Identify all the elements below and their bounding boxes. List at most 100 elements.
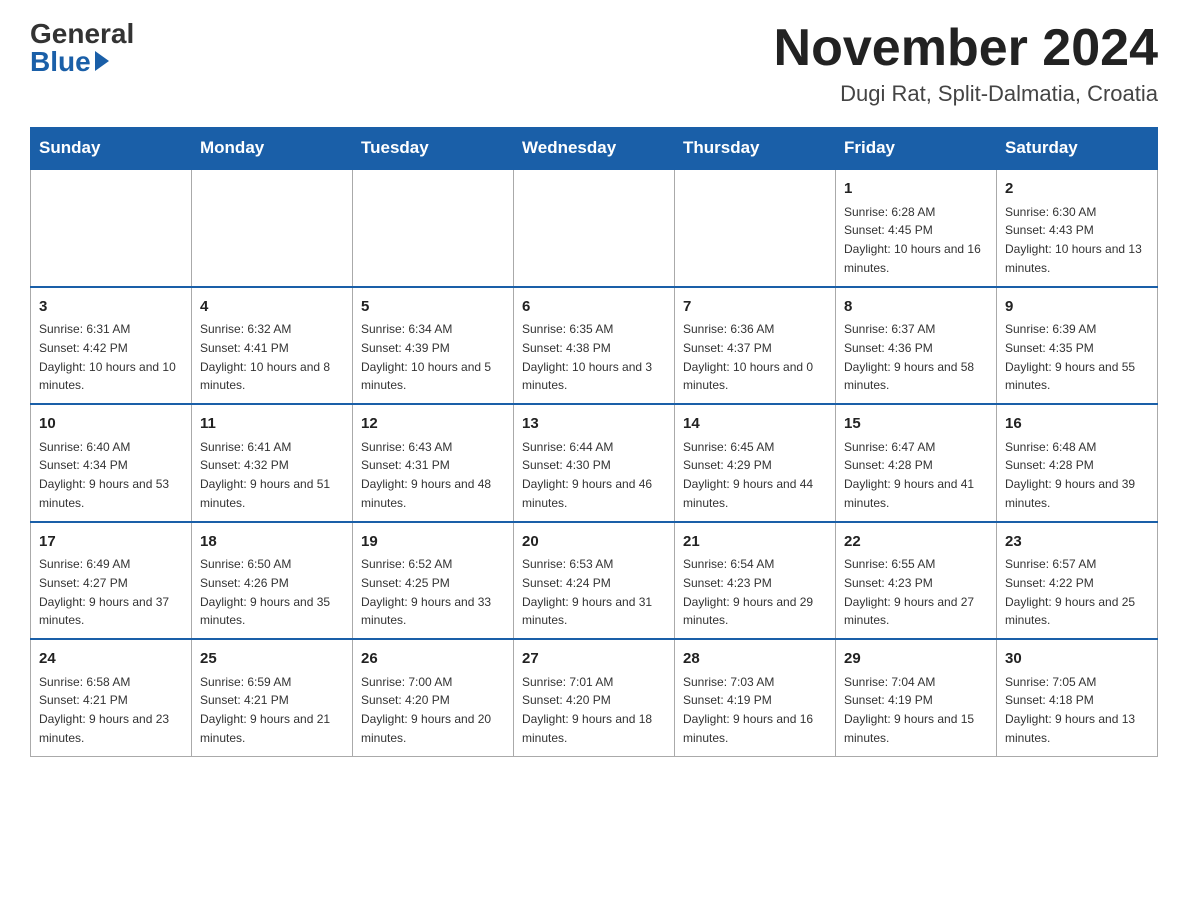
week-row-4: 24 Sunrise: 6:58 AMSunset: 4:21 PMDayligh… [31,639,1158,756]
day-cell: 28 Sunrise: 7:03 AMSunset: 4:19 PMDayligh… [675,639,836,756]
day-info: Sunrise: 6:40 AMSunset: 4:34 PMDaylight:… [39,440,169,510]
day-cell: 26Sunrise: 7:00 AMSunset: 4:20 PMDayligh… [353,639,514,756]
day-cell: 22 Sunrise: 6:55 AMSunset: 4:23 PMDayligh… [836,522,997,640]
day-cell: 19 Sunrise: 6:52 AMSunset: 4:25 PMDayligh… [353,522,514,640]
day-number: 3 [39,296,183,319]
day-cell [353,169,514,287]
day-info: Sunrise: 6:30 AMSunset: 4:43 PMDaylight:… [1005,205,1142,275]
day-cell: 25Sunrise: 6:59 AMSunset: 4:21 PMDayligh… [192,639,353,756]
day-info: Sunrise: 6:53 AMSunset: 4:24 PMDaylight:… [522,557,652,627]
day-number: 21 [683,531,827,554]
day-number: 6 [522,296,666,319]
day-number: 24 [39,648,183,671]
week-row-2: 10Sunrise: 6:40 AMSunset: 4:34 PMDayligh… [31,404,1158,522]
day-cell [192,169,353,287]
day-cell: 7 Sunrise: 6:36 AMSunset: 4:37 PMDaylight… [675,287,836,405]
day-cell: 23 Sunrise: 6:57 AMSunset: 4:22 PMDayligh… [997,522,1158,640]
title-area: November 2024 Dugi Rat, Split-Dalmatia, … [774,20,1158,107]
day-cell: 1 Sunrise: 6:28 AMSunset: 4:45 PMDaylight… [836,169,997,287]
logo-blue-text: Blue [30,48,91,76]
day-info: Sunrise: 6:58 AMSunset: 4:21 PMDaylight:… [39,675,169,745]
day-number: 18 [200,531,344,554]
day-number: 20 [522,531,666,554]
day-cell: 21 Sunrise: 6:54 AMSunset: 4:23 PMDayligh… [675,522,836,640]
day-info: Sunrise: 6:44 AMSunset: 4:30 PMDaylight:… [522,440,652,510]
day-info: Sunrise: 6:54 AMSunset: 4:23 PMDaylight:… [683,557,813,627]
day-number: 22 [844,531,988,554]
day-number: 14 [683,413,827,436]
day-cell: 13 Sunrise: 6:44 AMSunset: 4:30 PMDayligh… [514,404,675,522]
day-info: Sunrise: 7:04 AMSunset: 4:19 PMDaylight:… [844,675,974,745]
day-info: Sunrise: 6:41 AMSunset: 4:32 PMDaylight:… [200,440,330,510]
day-info: Sunrise: 6:28 AMSunset: 4:45 PMDaylight:… [844,205,981,275]
logo-triangle-icon [95,51,109,71]
day-info: Sunrise: 6:32 AMSunset: 4:41 PMDaylight:… [200,322,330,392]
day-cell: 15Sunrise: 6:47 AMSunset: 4:28 PMDayligh… [836,404,997,522]
day-info: Sunrise: 6:48 AMSunset: 4:28 PMDaylight:… [1005,440,1135,510]
day-number: 2 [1005,178,1149,201]
col-sunday: Sunday [31,128,192,170]
day-cell: 4Sunrise: 6:32 AMSunset: 4:41 PMDaylight… [192,287,353,405]
day-info: Sunrise: 6:57 AMSunset: 4:22 PMDaylight:… [1005,557,1135,627]
day-number: 28 [683,648,827,671]
day-cell: 12 Sunrise: 6:43 AMSunset: 4:31 PMDayligh… [353,404,514,522]
day-number: 7 [683,296,827,319]
calendar-table: Sunday Monday Tuesday Wednesday Thursday… [30,127,1158,757]
day-cell: 17Sunrise: 6:49 AMSunset: 4:27 PMDayligh… [31,522,192,640]
day-number: 19 [361,531,505,554]
day-cell: 27Sunrise: 7:01 AMSunset: 4:20 PMDayligh… [514,639,675,756]
day-info: Sunrise: 6:43 AMSunset: 4:31 PMDaylight:… [361,440,491,510]
day-info: Sunrise: 6:50 AMSunset: 4:26 PMDaylight:… [200,557,330,627]
week-row-0: 1 Sunrise: 6:28 AMSunset: 4:45 PMDaylight… [31,169,1158,287]
day-info: Sunrise: 7:00 AMSunset: 4:20 PMDaylight:… [361,675,491,745]
header: General Blue November 2024 Dugi Rat, Spl… [30,20,1158,107]
day-info: Sunrise: 6:39 AMSunset: 4:35 PMDaylight:… [1005,322,1135,392]
day-number: 11 [200,413,344,436]
day-number: 16 [1005,413,1149,436]
day-info: Sunrise: 6:37 AMSunset: 4:36 PMDaylight:… [844,322,974,392]
day-info: Sunrise: 6:49 AMSunset: 4:27 PMDaylight:… [39,557,169,627]
day-info: Sunrise: 7:03 AMSunset: 4:19 PMDaylight:… [683,675,813,745]
day-info: Sunrise: 6:55 AMSunset: 4:23 PMDaylight:… [844,557,974,627]
day-cell: 11 Sunrise: 6:41 AMSunset: 4:32 PMDayligh… [192,404,353,522]
day-info: Sunrise: 7:05 AMSunset: 4:18 PMDaylight:… [1005,675,1135,745]
day-cell: 3 Sunrise: 6:31 AMSunset: 4:42 PMDaylight… [31,287,192,405]
col-wednesday: Wednesday [514,128,675,170]
logo: General Blue [30,20,134,76]
week-row-3: 17Sunrise: 6:49 AMSunset: 4:27 PMDayligh… [31,522,1158,640]
col-thursday: Thursday [675,128,836,170]
location-subtitle: Dugi Rat, Split-Dalmatia, Croatia [774,81,1158,107]
day-number: 1 [844,178,988,201]
header-row: Sunday Monday Tuesday Wednesday Thursday… [31,128,1158,170]
day-number: 27 [522,648,666,671]
day-info: Sunrise: 6:31 AMSunset: 4:42 PMDaylight:… [39,322,176,392]
day-number: 8 [844,296,988,319]
day-cell: 5 Sunrise: 6:34 AMSunset: 4:39 PMDaylight… [353,287,514,405]
day-cell [675,169,836,287]
day-info: Sunrise: 6:45 AMSunset: 4:29 PMDaylight:… [683,440,813,510]
day-info: Sunrise: 6:36 AMSunset: 4:37 PMDaylight:… [683,322,813,392]
day-number: 25 [200,648,344,671]
day-cell [31,169,192,287]
day-number: 12 [361,413,505,436]
day-info: Sunrise: 6:34 AMSunset: 4:39 PMDaylight:… [361,322,491,392]
day-number: 29 [844,648,988,671]
day-number: 13 [522,413,666,436]
day-cell: 14 Sunrise: 6:45 AMSunset: 4:29 PMDayligh… [675,404,836,522]
week-row-1: 3 Sunrise: 6:31 AMSunset: 4:42 PMDaylight… [31,287,1158,405]
day-info: Sunrise: 6:47 AMSunset: 4:28 PMDaylight:… [844,440,974,510]
logo-general-text: General [30,20,134,48]
col-tuesday: Tuesday [353,128,514,170]
day-cell: 6Sunrise: 6:35 AMSunset: 4:38 PMDaylight… [514,287,675,405]
day-number: 30 [1005,648,1149,671]
day-number: 23 [1005,531,1149,554]
day-info: Sunrise: 6:52 AMSunset: 4:25 PMDaylight:… [361,557,491,627]
day-cell: 8 Sunrise: 6:37 AMSunset: 4:36 PMDaylight… [836,287,997,405]
day-number: 5 [361,296,505,319]
day-number: 9 [1005,296,1149,319]
col-monday: Monday [192,128,353,170]
day-cell: 29 Sunrise: 7:04 AMSunset: 4:19 PMDayligh… [836,639,997,756]
day-cell: 30 Sunrise: 7:05 AMSunset: 4:18 PMDayligh… [997,639,1158,756]
col-friday: Friday [836,128,997,170]
day-cell: 20 Sunrise: 6:53 AMSunset: 4:24 PMDayligh… [514,522,675,640]
